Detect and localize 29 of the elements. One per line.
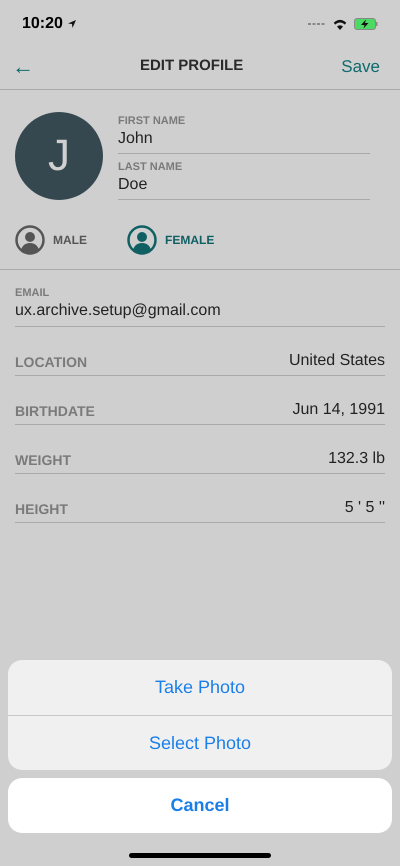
status-time: 10:20 [22,14,63,34]
field-label: LAST NAME [118,160,184,174]
sheet-option[interactable]: Select Photo [8,715,392,770]
back-button[interactable]: ← [12,50,42,83]
wifi-icon [332,18,348,30]
name-field[interactable]: John [118,128,370,154]
field-label: EMAIL [15,286,50,300]
row-value[interactable]: United States [288,349,385,373]
email-field[interactable]: ux.archive.setup@gmail.com [15,300,385,327]
row-label: LOCATION [15,353,88,372]
page-title: EDIT PROFILE [140,56,244,76]
row-value[interactable]: 5 ' 5 '' [344,496,385,520]
name-field[interactable]: Doe [118,174,370,200]
sheet-option[interactable]: Take Photo [8,660,392,715]
field-label: FIRST NAME [118,114,186,128]
avatar[interactable]: J [15,112,103,200]
battery-icon [354,18,378,30]
save-button[interactable]: Save [341,54,388,80]
avatar-initial: J [48,130,70,182]
row-label: WEIGHT [15,451,71,470]
signal-icon [308,22,326,26]
gender-option[interactable]: MALE [15,224,87,256]
row-value[interactable]: Jun 14, 1991 [292,398,385,422]
gender-option[interactable]: FEMALE [127,224,214,256]
row-label: HEIGHT [15,500,68,519]
row-value[interactable]: 132.3 lb [328,447,385,471]
location-arrow-icon [66,19,77,29]
cancel-button[interactable]: Cancel [8,778,392,833]
row-label: BIRTHDATE [15,402,95,421]
